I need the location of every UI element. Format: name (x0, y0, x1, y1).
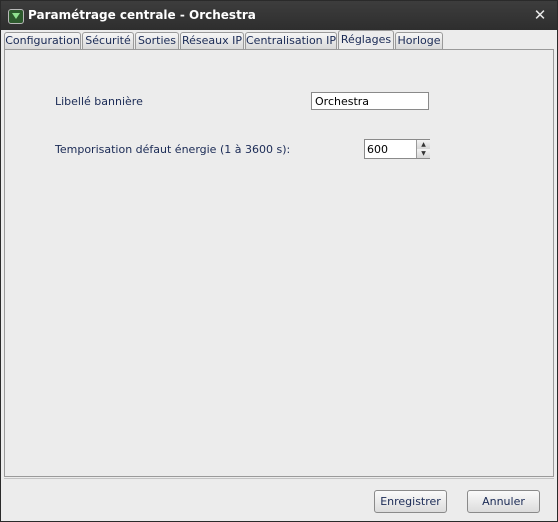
tab-configuration[interactable]: Configuration (4, 32, 81, 49)
energy-delay-input[interactable] (365, 140, 417, 158)
energy-delay-spinner[interactable]: ▲ ▼ (364, 139, 430, 159)
spin-down-icon[interactable]: ▼ (416, 149, 430, 158)
window-title: Paramétrage centrale - Orchestra (28, 8, 256, 22)
tab-sorties[interactable]: Sorties (135, 32, 179, 49)
footer-divider (4, 478, 554, 479)
tab-securite[interactable]: Sécurité (82, 32, 134, 49)
cancel-button[interactable]: Annuler (467, 490, 540, 513)
banner-input[interactable] (311, 92, 429, 110)
tab-bar: Configuration Sécurité Sorties Réseaux I… (4, 30, 554, 50)
energy-delay-label: Temporisation défaut énergie (1 à 3600 s… (55, 143, 291, 156)
settings-dialog: Paramétrage centrale - Orchestra ✕ Confi… (0, 0, 558, 522)
settings-panel (4, 49, 554, 477)
banner-label: Libellé bannière (55, 95, 143, 108)
app-icon (8, 9, 24, 24)
title-bar[interactable]: Paramétrage centrale - Orchestra ✕ (1, 1, 557, 30)
tab-reglages[interactable]: Réglages (338, 30, 394, 50)
tab-centralisation-ip[interactable]: Centralisation IP (245, 32, 337, 49)
tab-horloge[interactable]: Horloge (395, 32, 443, 49)
save-button[interactable]: Enregistrer (374, 490, 447, 513)
tab-reseaux-ip[interactable]: Réseaux IP (180, 32, 244, 49)
close-icon[interactable]: ✕ (531, 5, 549, 25)
